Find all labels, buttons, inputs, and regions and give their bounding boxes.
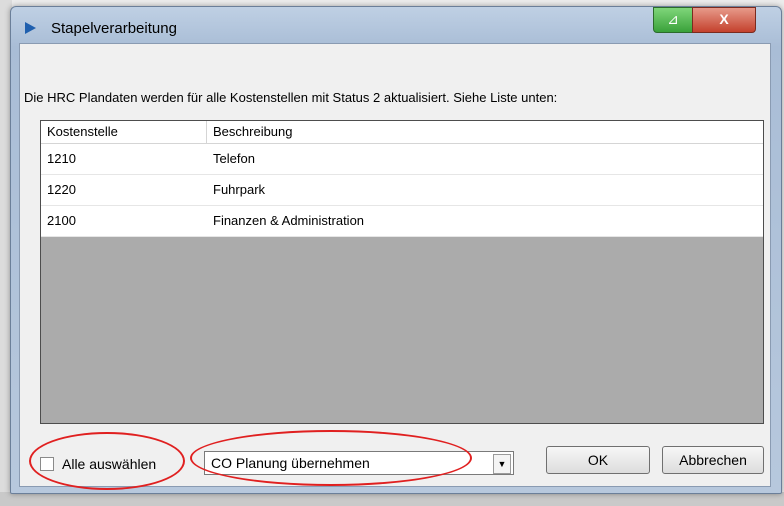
chevron-down-icon[interactable]: ▼: [493, 454, 511, 474]
cell-beschreibung: Telefon: [213, 151, 255, 166]
annotation-ellipse-dropdown: [190, 430, 472, 486]
cell-beschreibung: Finanzen & Administration: [213, 213, 365, 228]
cell-beschreibung: Fuhrpark: [213, 182, 266, 197]
title-bar[interactable]: Stapelverarbeitung ⊿ X: [11, 7, 781, 43]
list-row[interactable]: 1220 Fuhrpark: [41, 175, 763, 206]
window-title: Stapelverarbeitung: [51, 20, 177, 37]
column-header-beschreibung[interactable]: Beschreibung: [207, 121, 763, 143]
list-header: Kostenstelle Beschreibung: [41, 121, 763, 144]
cell-kostenstelle: 1220: [47, 182, 76, 197]
cost-center-list[interactable]: Kostenstelle Beschreibung 1210 Telefon 1…: [40, 120, 764, 424]
background-taskbar: [0, 492, 784, 506]
list-row[interactable]: 1210 Telefon: [41, 144, 763, 175]
minimize-icon: ⊿: [667, 11, 679, 27]
cell-kostenstelle: 2100: [47, 213, 76, 228]
cancel-button[interactable]: Abbrechen: [662, 446, 764, 474]
info-message: Die HRC Plandaten werden für alle Kosten…: [24, 90, 558, 105]
close-icon: X: [719, 11, 729, 27]
column-header-kostenstelle[interactable]: Kostenstelle: [41, 121, 207, 143]
minimize-button[interactable]: ⊿: [653, 7, 693, 33]
app-icon: [25, 22, 36, 34]
cell-kostenstelle: 1210: [47, 151, 76, 166]
ok-button[interactable]: OK: [546, 446, 650, 474]
annotation-ellipse-select-all: [29, 432, 185, 490]
list-row[interactable]: 2100 Finanzen & Administration: [41, 206, 763, 237]
close-button[interactable]: X: [692, 7, 756, 33]
